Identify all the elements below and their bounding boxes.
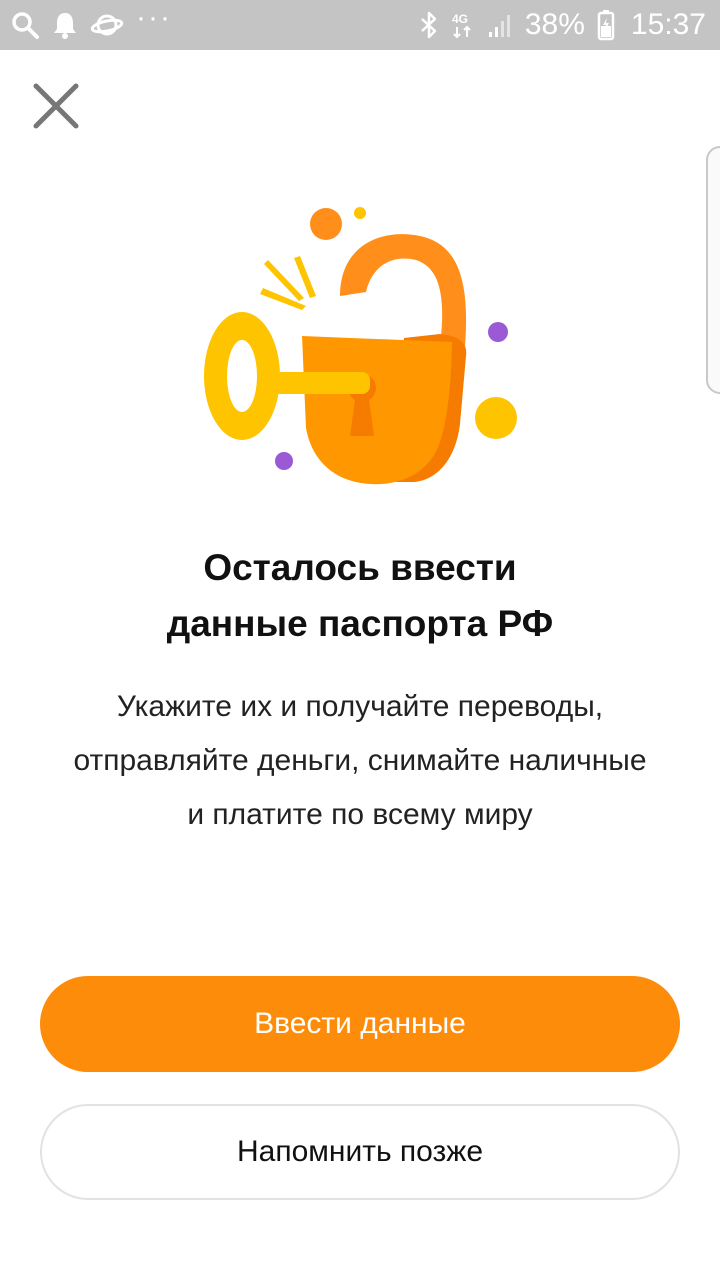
- battery-percent: 38%: [524, 8, 585, 41]
- key-shaft: [266, 372, 370, 394]
- unlocked-padlock-illustration: [190, 196, 530, 496]
- status-bar-left: ···: [10, 3, 172, 40]
- status-bar-right: 4G 38% 15:37: [419, 8, 706, 42]
- decor-dot-yellow-large: [475, 397, 517, 439]
- network-4g-icon: 4G: [451, 10, 475, 40]
- more-notifications-indicator: ···: [136, 1, 172, 34]
- enter-data-button-label: Ввести данные: [254, 1007, 466, 1040]
- clock: 15:37: [630, 8, 706, 41]
- decor-dot-purple-right: [488, 322, 508, 342]
- description-line-2: отправляйте деньги, снимайте наличные: [73, 744, 647, 777]
- passport-prompt-screen: ··· 4G 38% 15:37 Осталось ввести данные …: [0, 0, 720, 1280]
- decor-dot-yellow-small: [354, 207, 366, 219]
- page-title: Осталось ввести данные паспорта РФ: [40, 540, 680, 652]
- decor-dot-purple-left: [275, 452, 293, 470]
- close-button[interactable]: [26, 78, 86, 138]
- bluetooth-icon: [419, 10, 439, 40]
- remind-later-button[interactable]: Напомнить позже: [40, 1104, 680, 1200]
- remind-later-button-label: Напомнить позже: [236, 1135, 484, 1168]
- description-line-3: и платите по всему миру: [187, 798, 533, 831]
- status-bar: ··· 4G 38% 15:37: [0, 0, 720, 50]
- edge-panel-handle[interactable]: [706, 146, 720, 394]
- search-icon: [10, 10, 40, 40]
- page-description: Укажите их и получайте переводы, отправл…: [20, 680, 700, 842]
- title-line-1: Осталось ввести: [203, 547, 517, 588]
- title-line-2: данные паспорта РФ: [166, 603, 554, 644]
- signal-icon: [487, 10, 513, 40]
- battery-icon: [597, 9, 615, 41]
- close-icon: [31, 81, 81, 136]
- planet-icon: [90, 10, 124, 40]
- decor-dot-orange: [310, 208, 342, 240]
- description-line-1: Укажите их и получайте переводы,: [116, 690, 604, 723]
- padlock-shackle: [340, 234, 467, 346]
- key-head-hole: [227, 340, 257, 412]
- bell-icon: [52, 10, 78, 40]
- enter-data-button[interactable]: Ввести данные: [40, 976, 680, 1072]
- network-4g-label: 4G: [452, 12, 468, 26]
